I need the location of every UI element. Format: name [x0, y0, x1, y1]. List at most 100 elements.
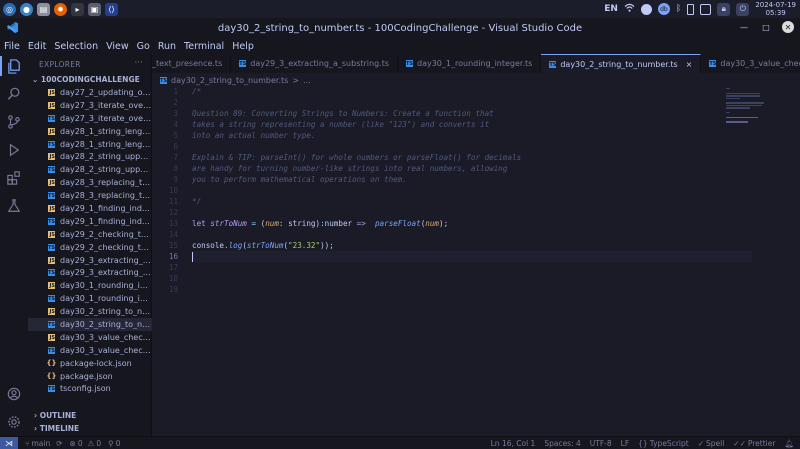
explorer-more-icon[interactable]: ··· [134, 58, 143, 68]
workspace-folder[interactable]: ⌄ 100CODINGCHALLENGE [32, 75, 140, 84]
code-line[interactable]: console.log(strToNum("23.32")); [192, 240, 752, 251]
files-icon[interactable]: ▤ [37, 2, 50, 16]
file-tree-item[interactable]: TS day27_3_iterate_over_o... [28, 112, 152, 125]
file-tree-item[interactable]: TS day29_3_extracting_a_s... [28, 266, 152, 279]
file-tree-item[interactable]: JS day28_2_string_upper_... [28, 150, 152, 163]
menu-view[interactable]: View [106, 41, 129, 52]
minimap[interactable] [726, 88, 766, 124]
indentation[interactable]: Spaces: 4 [544, 439, 580, 448]
file-tree-item[interactable]: TS day28_2_string_upper_... [28, 163, 152, 176]
source-control-icon[interactable] [6, 114, 22, 130]
breadcrumb-file[interactable]: day30_2_string_to_number.ts [171, 76, 288, 85]
code-line[interactable]: you to perform mathematical operations o… [192, 174, 752, 185]
code-line[interactable]: */ [192, 196, 752, 207]
screenshot-icon[interactable]: ▣ [88, 2, 101, 16]
battery-icon[interactable] [687, 3, 695, 15]
explorer-icon[interactable] [6, 58, 22, 74]
editor-tab[interactable]: TS day30_1_rounding_integer.ts [398, 54, 542, 73]
code-line[interactable]: are handy for turning number-like string… [192, 163, 752, 174]
extensions-icon[interactable] [6, 170, 22, 186]
code-line[interactable] [192, 284, 752, 295]
vscode-taskbar-icon[interactable]: ⟨⟩ [105, 2, 118, 16]
file-tree-item[interactable]: JS day29_3_extracting_a_s... [28, 254, 152, 267]
file-tree-item[interactable]: JS day30_1_rounding_inte... [28, 279, 152, 292]
file-tree-item[interactable]: TS day28_1_string_length.ts [28, 138, 152, 151]
firefox-icon[interactable]: ✹ [54, 2, 67, 16]
code-line[interactable] [192, 262, 752, 273]
encoding[interactable]: UTF-8 [590, 439, 612, 448]
code-line[interactable]: let strToNum = (num: string):number => p… [192, 218, 752, 229]
notifications-bell-icon[interactable]: 🔔︎ [784, 439, 794, 448]
terminal-icon[interactable]: ▸ [71, 2, 84, 16]
file-tree-item[interactable]: JS day29_2_checking_text... [28, 228, 152, 241]
file-tree-item[interactable]: JS day30_3_value_checkin... [28, 331, 152, 344]
volume-icon[interactable] [700, 3, 712, 15]
settings-gear-icon[interactable] [6, 414, 22, 430]
menu-run[interactable]: Run [158, 41, 176, 52]
end-of-line[interactable]: LF [621, 439, 630, 448]
code-line[interactable] [192, 97, 752, 108]
ports-indicator[interactable]: ⚲ 0 [108, 439, 120, 448]
language-mode[interactable]: {} TypeScript [638, 439, 689, 448]
menu-help[interactable]: Help [232, 41, 254, 52]
menu-edit[interactable]: Edit [28, 41, 46, 52]
testing-icon[interactable] [6, 198, 22, 214]
code-line[interactable]: Explain & TIP: parseInt() for whole numb… [192, 152, 752, 163]
menu-selection[interactable]: Selection [54, 41, 98, 52]
code-line[interactable]: /* [192, 86, 752, 97]
code-line[interactable] [192, 207, 752, 218]
code-line[interactable]: Question 89: Converting Strings to Numbe… [192, 108, 752, 119]
outline-section[interactable]: › OUTLINE [34, 411, 76, 420]
code-line[interactable] [192, 273, 752, 284]
file-tree-item[interactable]: JS day29_1_finding_index.js [28, 202, 152, 215]
code-line[interactable] [192, 141, 752, 152]
prettier-status[interactable]: ✓✓ Prettier [733, 439, 775, 448]
account-icon[interactable] [6, 386, 22, 402]
file-tree-item[interactable]: TS day29_1_finding_index.ts [28, 215, 152, 228]
cursor-position[interactable]: Ln 16, Col 1 [491, 439, 536, 448]
tab-close-icon[interactable]: × [686, 60, 693, 69]
clock[interactable]: 2024-07-19 05:39 [755, 1, 796, 17]
code-area[interactable]: /* Question 89: Converting Strings to Nu… [192, 86, 752, 295]
breadcrumb-symbols[interactable]: ... [303, 76, 311, 85]
code-line[interactable] [192, 229, 752, 240]
file-tree-item[interactable]: TS day30_2_string_to_nu... [28, 318, 152, 331]
browser-icon[interactable]: ● [20, 2, 33, 16]
search-icon[interactable] [6, 86, 22, 102]
timeline-section[interactable]: › TIMELINE [34, 424, 79, 433]
code-editor[interactable]: 1 2 3 4 5 6 7 8 9 10 11 12 13 14 15 16 17 18 19 /* Questio… [152, 86, 800, 436]
code-line[interactable] [192, 185, 752, 196]
editor-tab[interactable]: TSday30_3_value_checking.t [701, 54, 800, 73]
git-branch[interactable]: ⑂ main ⟳ [25, 439, 63, 448]
minimize-icon[interactable]: — [738, 21, 750, 33]
remote-indicator-icon[interactable]: ⋊ [0, 436, 18, 449]
bluetooth-icon[interactable]: ᛒ [676, 4, 681, 14]
problems-indicator[interactable]: ⊗ 0 ⚠ 0 [70, 439, 102, 448]
editor-tab-active[interactable]: TS day30_2_string_to_number.ts × [541, 54, 702, 73]
menu-file[interactable]: File [4, 41, 20, 52]
file-tree-item[interactable]: TS day29_2_checking_text... [28, 241, 152, 254]
file-tree-item[interactable]: TS tsconfig.json [28, 382, 152, 395]
file-tree-item[interactable]: JS day30_2_string_to_nu... [28, 305, 152, 318]
editor-tab[interactable]: TS day29_3_extracting_a_substring.ts [231, 54, 398, 73]
notification-icon[interactable] [640, 3, 652, 15]
keyboard-language[interactable]: EN [604, 4, 618, 14]
code-line-current[interactable] [192, 251, 752, 262]
file-tree-item[interactable]: TS day30_3_value_checkin... [28, 344, 152, 357]
file-tree-item[interactable]: TS day30_1_rounding_inte... [28, 292, 152, 305]
file-tree-item[interactable]: {} package-lock.json [28, 357, 152, 370]
file-tree-item[interactable]: JS day28_1_string_length.js [28, 125, 152, 138]
app-launcher-icon[interactable]: ◎ [3, 2, 16, 16]
close-icon[interactable]: ✕ [782, 21, 794, 33]
run-debug-icon[interactable] [6, 142, 22, 158]
file-tree-item[interactable]: TS day28_3_replacing_text.ts [28, 189, 152, 202]
maximize-icon[interactable]: □ [760, 21, 772, 33]
lock-icon[interactable]: 🔒︎ [717, 2, 731, 16]
code-line[interactable]: into an actual number type. [192, 130, 752, 141]
file-tree-item[interactable]: JS day27_3_iterate_over_o... [28, 99, 152, 112]
menu-terminal[interactable]: Terminal [184, 41, 224, 52]
power-icon[interactable]: ⏻ [736, 2, 750, 16]
editor-tab[interactable]: _text_presence.ts [152, 54, 232, 73]
menu-go[interactable]: Go [137, 41, 150, 52]
spell-check[interactable]: ✓ Spell [698, 439, 725, 448]
